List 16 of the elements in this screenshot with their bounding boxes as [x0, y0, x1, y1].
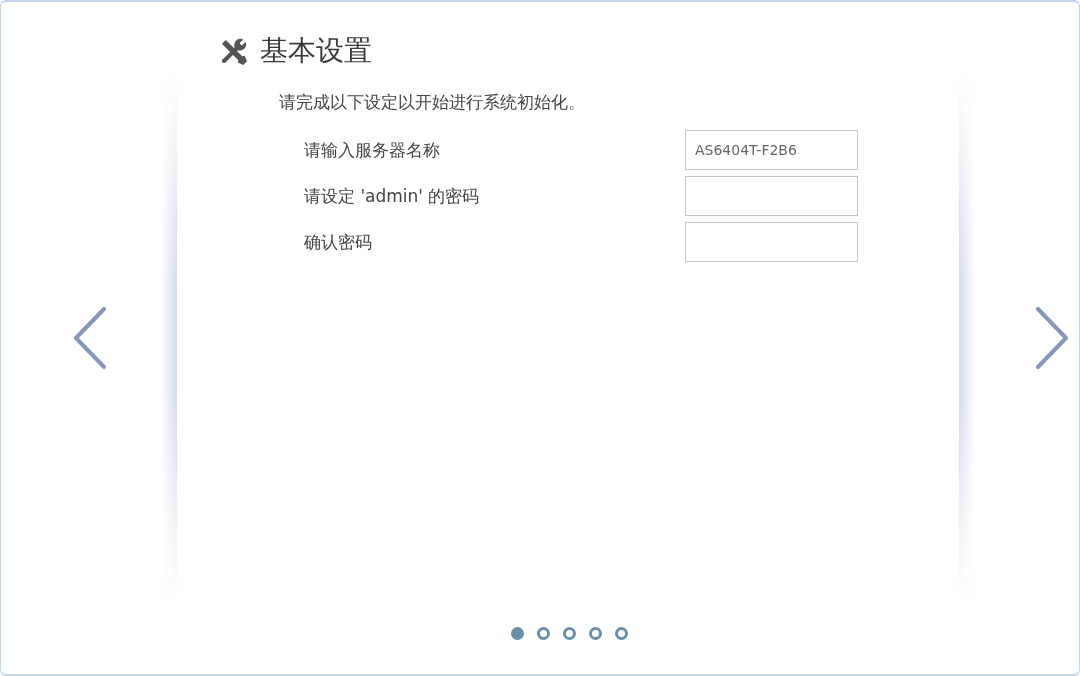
field-label: 请输入服务器名称 — [304, 139, 440, 161]
page-dot[interactable] — [589, 627, 602, 640]
text-field[interactable] — [685, 176, 858, 216]
page-dot[interactable] — [563, 627, 576, 640]
text-field[interactable]: AS6404T-F2B6 — [685, 130, 858, 170]
page-title: 基本设置 — [260, 34, 372, 68]
instruction-text: 请完成以下设定以开始进行系统初始化。 — [279, 91, 585, 113]
page-dot[interactable] — [537, 627, 550, 640]
page-dot[interactable] — [511, 627, 524, 640]
field-label: 确认密码 — [304, 231, 372, 253]
text-field[interactable] — [685, 222, 858, 262]
field-label: 请设定 'admin' 的密码 — [304, 185, 480, 207]
chevron-left-icon — [72, 307, 107, 369]
page-dot[interactable] — [615, 627, 628, 640]
chevron-right-icon — [1035, 307, 1069, 369]
wrench-screwdriver-icon — [219, 36, 248, 66]
